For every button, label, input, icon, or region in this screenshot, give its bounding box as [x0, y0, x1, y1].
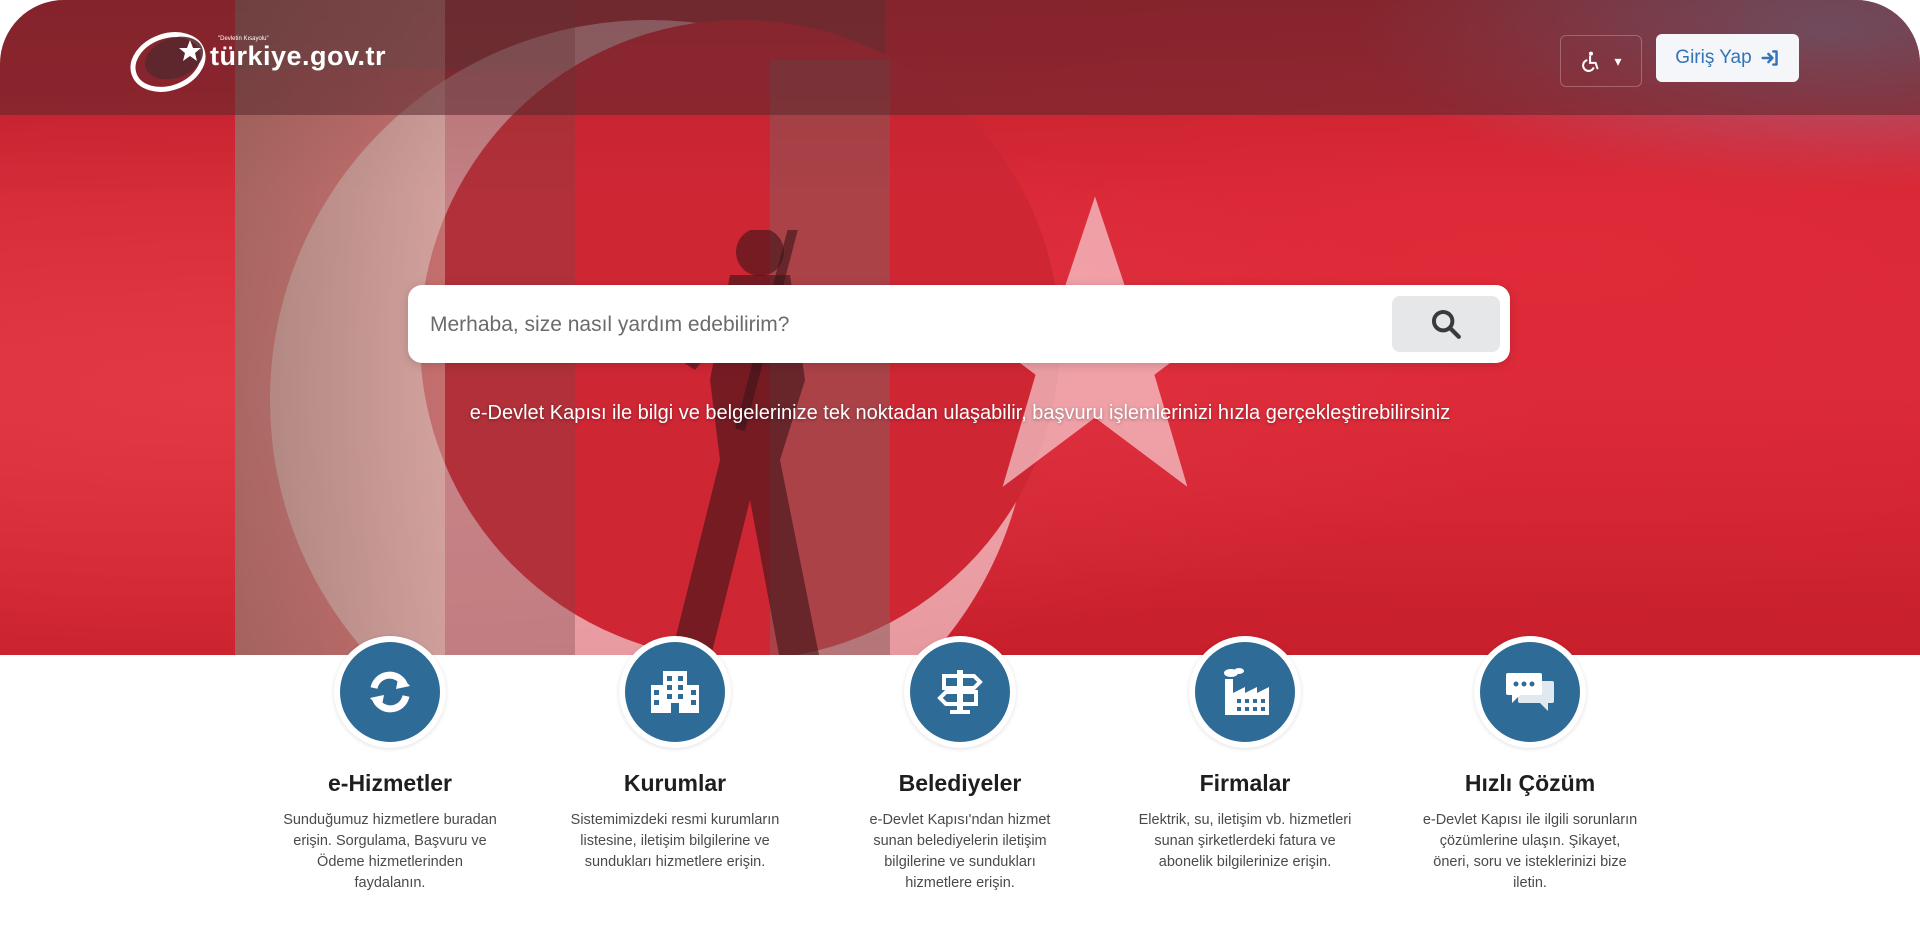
service-cards: e-Hizmetler Sunduğumuz hizmetlere burada… [0, 636, 1920, 928]
wheelchair-icon [1582, 51, 1599, 72]
card-title: Belediyeler [898, 770, 1022, 796]
hero-tagline: e-Devlet Kapısı ile bilgi ve belgelerini… [469, 402, 1451, 424]
card-icon-button[interactable] [1480, 642, 1580, 742]
card-icon-ring [1474, 636, 1586, 748]
card-description: Sunduğumuz hizmetlere buradan erişin. So… [283, 812, 497, 891]
card-icon-button[interactable] [625, 642, 725, 742]
card-icon-ring [1189, 636, 1301, 748]
card-description: e-Devlet Kapısı ile ilgili sorunların çö… [1422, 812, 1638, 891]
card-icon-button[interactable] [1195, 642, 1295, 742]
card-icon-ring [904, 636, 1016, 748]
card-title: Hızlı Çözüm [1464, 770, 1596, 796]
logo-text: türkiye.gov.tr [210, 40, 387, 71]
card-description: Elektrik, su, iletişim vb. hizmetleri su… [1138, 812, 1352, 870]
search-input[interactable] [428, 299, 1432, 351]
accessibility-menu[interactable]: ▾ [1560, 35, 1642, 87]
building-icon [651, 671, 699, 713]
chat-icon [1506, 673, 1554, 711]
refresh-icon [370, 671, 410, 713]
card-icon-button[interactable] [340, 642, 440, 742]
card-description: e-Devlet Kapısı'ndan hizmet sunan beledi… [869, 812, 1051, 891]
card-title: Kurumlar [623, 770, 727, 796]
search-box [408, 285, 1510, 363]
crescent-star-logo-icon [130, 32, 206, 92]
card-icon-ring [619, 636, 731, 748]
chevron-down-icon: ▾ [1614, 52, 1622, 69]
logo-tagline: "Devletin Kısayolu" [218, 36, 269, 42]
sign-in-icon [1761, 50, 1778, 66]
factory-icon [1224, 668, 1269, 715]
card-icon-ring [334, 636, 446, 748]
card-title: Firmalar [1199, 770, 1291, 796]
top-bar: türkiye.gov.tr "Devletin Kısayolu" ▾ Gir… [0, 0, 1920, 115]
login-button[interactable]: Giriş Yap [1656, 34, 1799, 82]
search-icon [1431, 309, 1461, 339]
page-frame: türkiye.gov.tr "Devletin Kısayolu" ▾ Gir… [0, 0, 1920, 928]
search-button[interactable] [1392, 296, 1500, 352]
card-icon-button[interactable] [910, 642, 1010, 742]
login-label: Giriş Yap [1675, 47, 1752, 68]
card-title: e-Hizmetler [328, 770, 452, 796]
card-description: Sistemimizdeki resmi kurumların listesin… [570, 812, 780, 870]
signpost-icon [937, 670, 983, 714]
hero-banner: türkiye.gov.tr "Devletin Kısayolu" ▾ Gir… [0, 0, 1920, 655]
